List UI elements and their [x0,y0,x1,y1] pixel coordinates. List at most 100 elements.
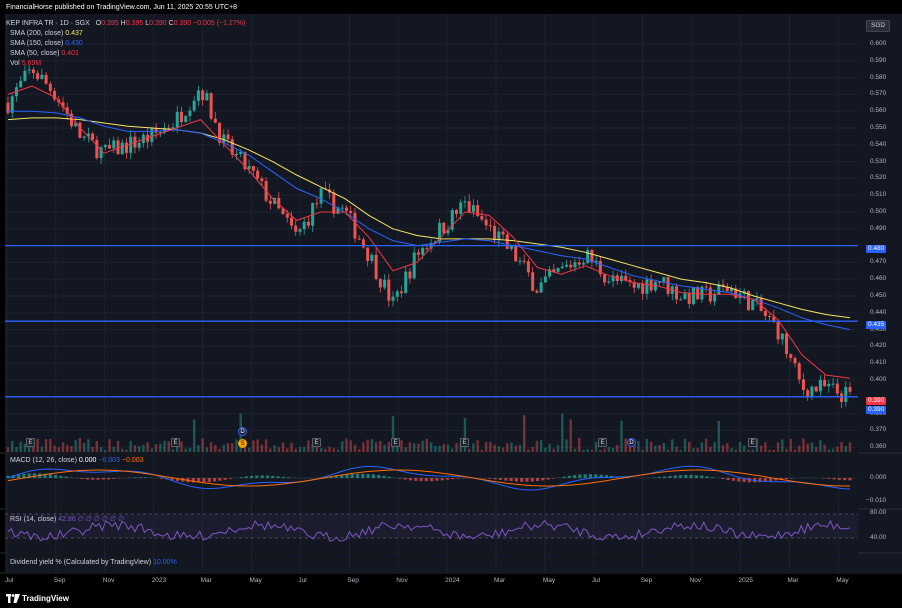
candle-body [357,238,361,240]
volume-bar [49,438,52,452]
macd-histogram-bar [684,474,688,478]
macd-histogram-bar [377,475,381,478]
candle-body [493,225,497,241]
volume-bar [357,449,361,452]
price-tick-label: 0.470 [870,258,887,266]
time-tick-label: May [836,577,849,584]
tradingview-logo-icon [6,594,20,603]
volume-bar [400,440,403,452]
volume-bar [793,449,797,452]
volume-bar [19,441,22,452]
volume-bar [307,440,310,452]
volume-bar [582,449,585,452]
macd-histogram-bar [271,475,275,478]
split-marker[interactable]: S [238,439,247,448]
volume-bar [772,449,776,452]
volume-bar [302,447,306,452]
candle-body [23,70,27,81]
volume-bar [518,444,522,452]
earnings-marker[interactable]: E [391,438,400,447]
volume-bar [569,419,572,452]
volume-bar [370,439,374,452]
macd-axis-neg: −0.010 [866,497,887,504]
candle-body [535,290,539,293]
candle-body [412,252,416,279]
candle-body [209,93,213,119]
macd-histogram-bar [694,475,699,478]
volume-bar [539,440,543,452]
candle-body [425,248,429,250]
volume-bar [514,445,517,452]
candle-body [636,283,640,288]
macd-histogram-bar [710,477,714,478]
candle-body [505,234,509,249]
volume-bar [776,442,780,452]
earnings-marker[interactable]: E [748,438,757,447]
candle-body [108,144,112,149]
candle-body [391,296,395,301]
macd-histogram-bar [355,473,360,478]
volume-bar [137,445,141,452]
earnings-marker[interactable]: E [171,438,180,447]
macd-histogram-bar [223,478,227,480]
candle-body [455,210,459,214]
volume-bar [688,441,691,452]
volume-bar [374,442,378,452]
candle-body [645,279,649,294]
volume-bar [649,441,653,452]
volume-bar [332,448,335,452]
volume-bar [781,439,784,452]
candle-body [234,154,238,156]
candle-body [91,133,95,140]
candle-body [302,221,306,230]
candle-body [624,275,628,281]
volume-bar [476,440,479,452]
volume-bar [366,439,369,452]
volume-bar [620,420,623,452]
macd-histogram-bar [244,476,248,478]
earnings-marker[interactable]: E [460,438,469,447]
earnings-marker[interactable]: E [598,438,607,447]
volume-bar [675,446,678,452]
volume-bar [231,443,234,452]
macd-axis-zero: 0.000 [870,474,887,481]
currency-badge[interactable]: SGD [866,20,891,32]
volume-bar [764,442,767,452]
volume-bar [328,446,331,452]
volume-bar [201,438,204,452]
price-tick-label: 0.550 [870,124,887,131]
time-tick-label: Jul [591,577,601,584]
candle-body [518,260,522,262]
earnings-marker[interactable]: E [312,438,321,447]
volume-bar [66,445,69,452]
sma200-legend: SMA (200, close) 0.437 [10,29,83,38]
dividend-marker[interactable]: D [238,427,247,436]
earnings-marker[interactable]: E [26,438,35,447]
volume-bar [146,442,149,452]
candle-body [471,205,475,213]
macd-histogram-bar [848,478,852,481]
price-tick-label: 0.600 [870,40,887,47]
candle-body [175,111,179,128]
volume-bar [730,448,733,452]
time-tick-label: Mar [200,577,212,584]
volume-bar [721,445,725,452]
candle-body [793,357,797,364]
candle-body [387,279,391,301]
macd-histogram-bar [59,475,63,478]
macd-histogram-bar [546,478,550,480]
sma150-legend: SMA (150, close) 0.430 [10,39,83,48]
time-tick-label: Sep [347,577,359,584]
dividend-marker[interactable]: D [627,438,636,447]
volume-bar [717,420,721,452]
candle-body [641,283,645,294]
macd-histogram-bar [493,478,497,480]
macd-histogram-bar [276,476,280,478]
candle-body [691,287,695,304]
volume-bar [523,415,526,452]
macd-histogram-bar [133,477,137,478]
time-tick-label: Nov [396,577,408,584]
candle-body [476,205,480,217]
candle-body [395,291,399,297]
macd-histogram-bar [239,477,243,478]
